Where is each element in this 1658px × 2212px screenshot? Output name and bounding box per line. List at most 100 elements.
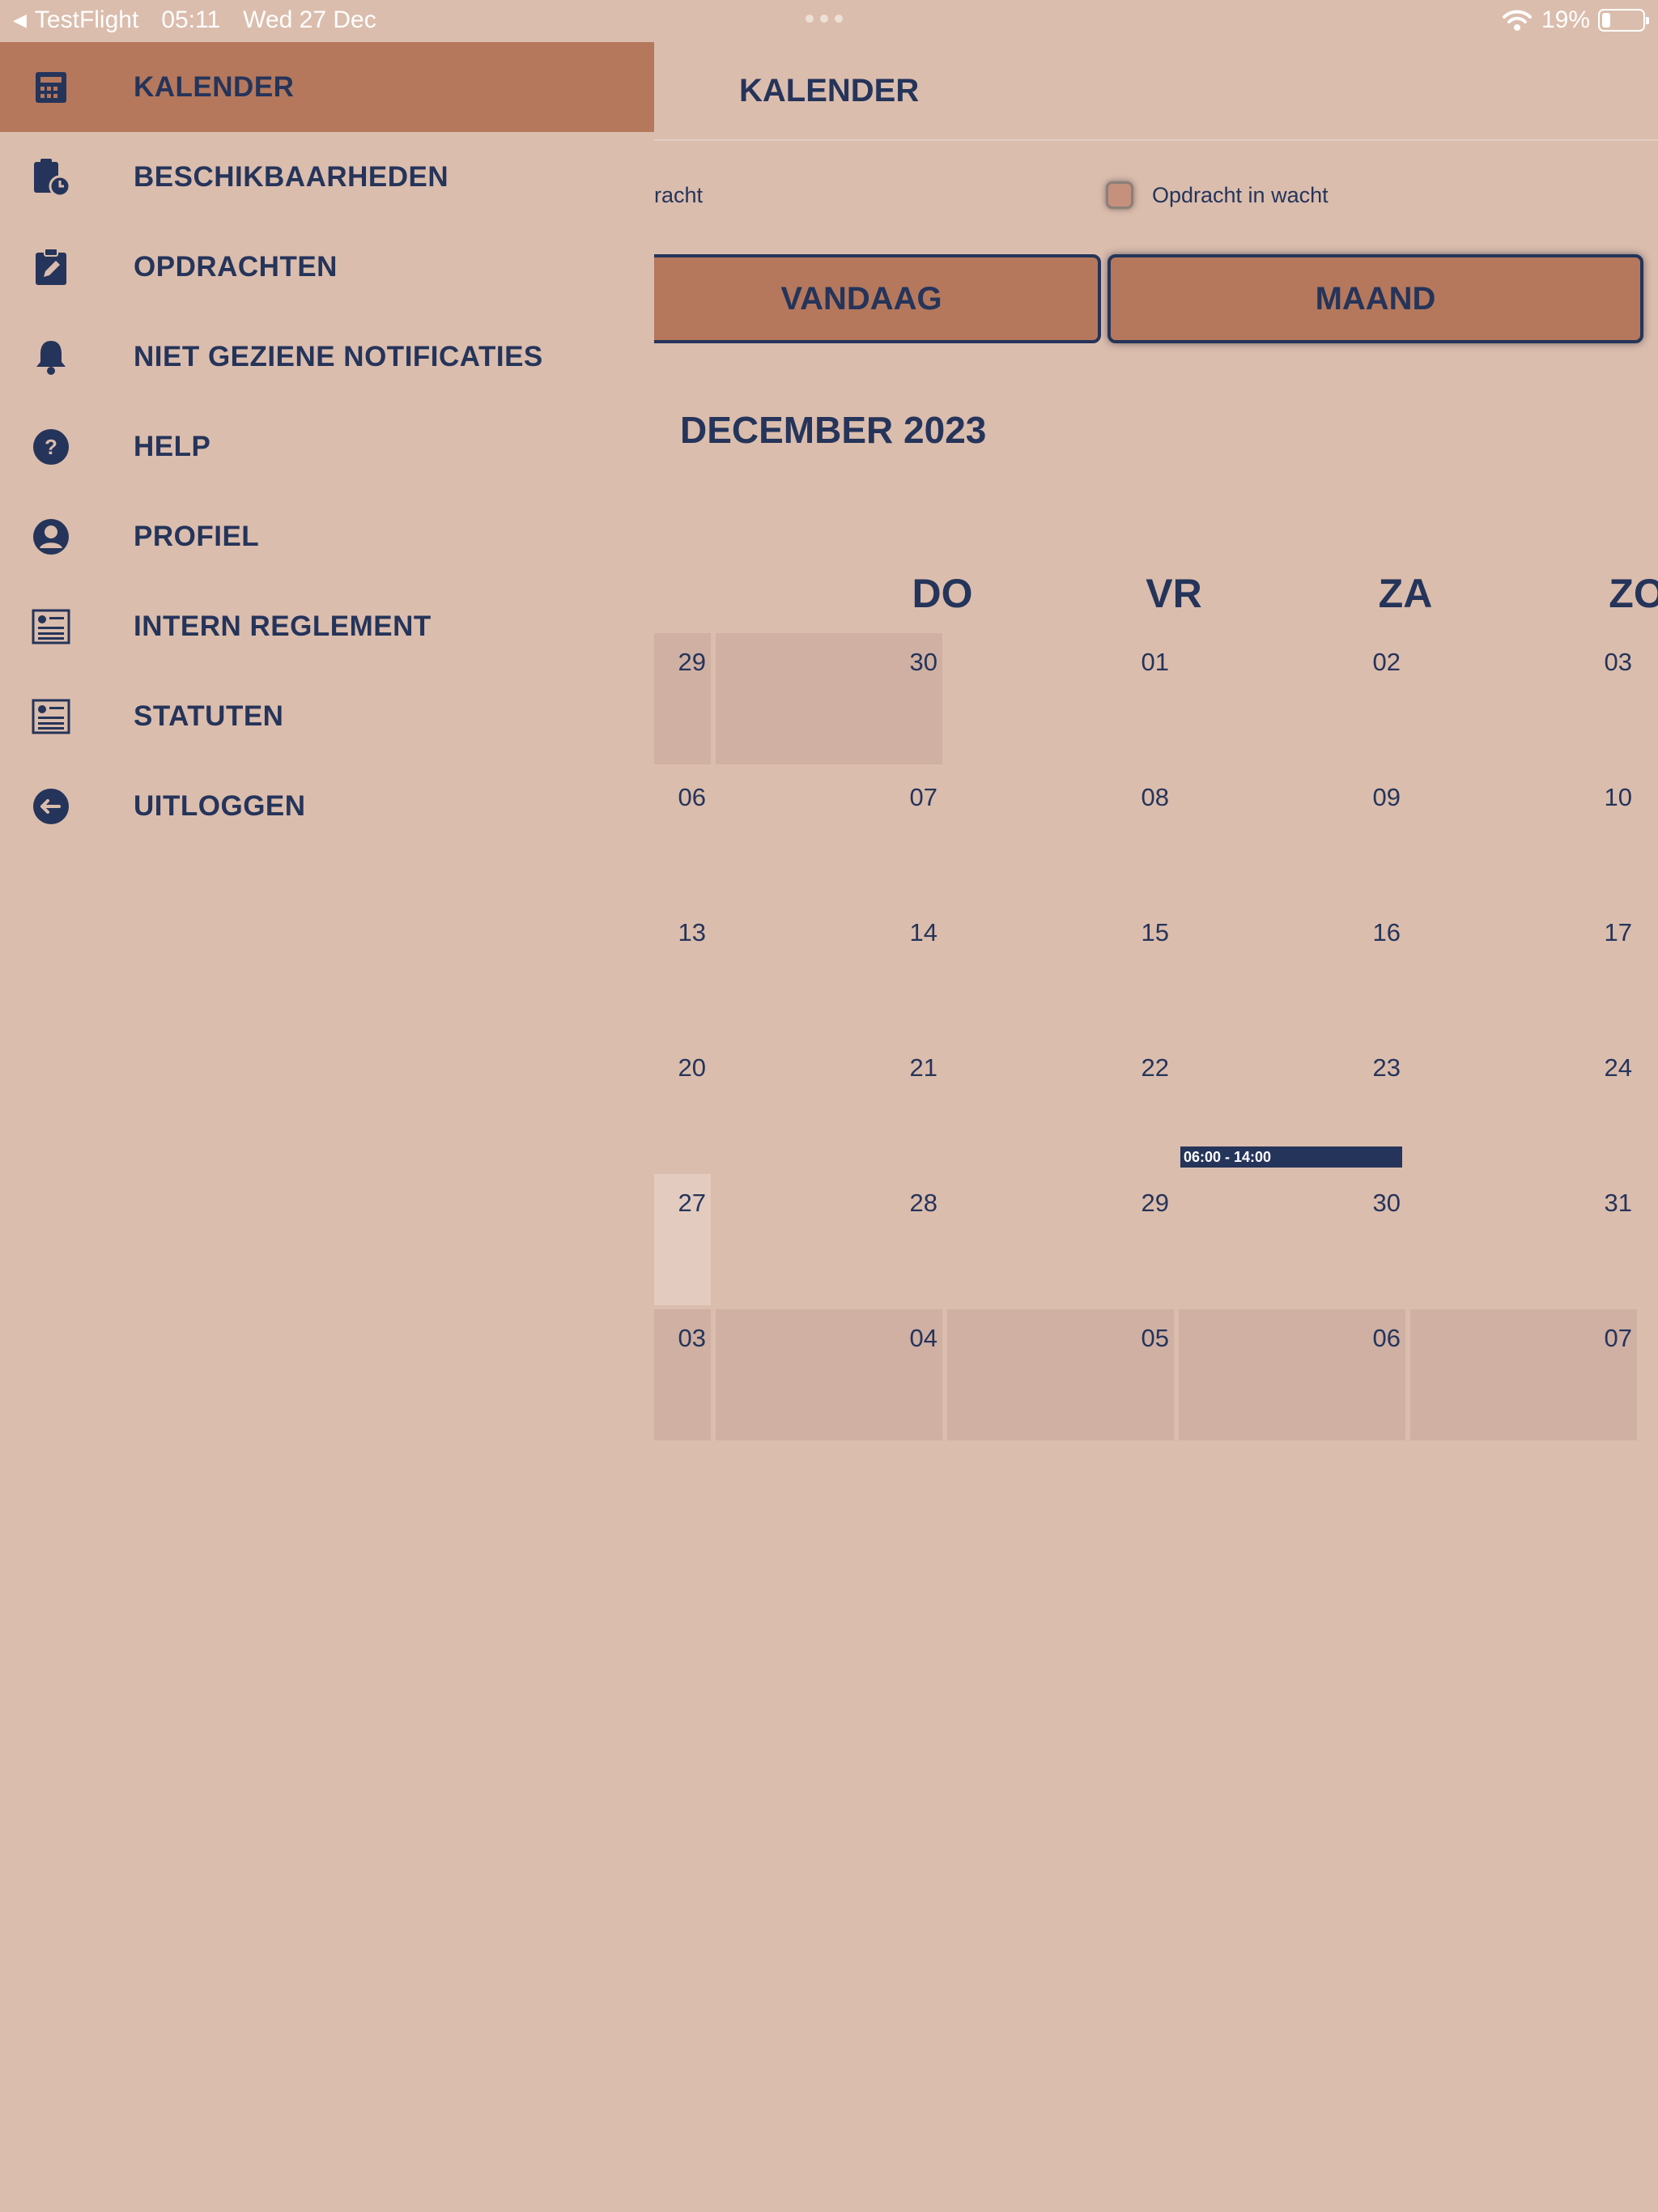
calendar-panel: KALENDER racht Opdracht in wacht VANDAAG… xyxy=(654,42,1658,2212)
weekday-header: ZA xyxy=(1378,571,1433,616)
calendar-day-cell[interactable]: 05 xyxy=(947,1309,1174,1440)
day-number: 30 xyxy=(909,648,937,676)
calendar-event[interactable]: 06:00 - 14:00 xyxy=(1180,1146,1402,1168)
day-number: 10 xyxy=(1604,783,1632,811)
weekday-header: ZO xyxy=(1609,571,1658,616)
day-number: 06 xyxy=(678,783,706,811)
sidebar-item-label: OPDRACHTEN xyxy=(134,250,338,283)
sidebar-item-profiel[interactable]: PROFIEL xyxy=(0,491,654,581)
calendar-day-cell[interactable]: 22 xyxy=(947,1039,1174,1170)
day-number: 28 xyxy=(909,1189,937,1217)
sidebar-item-help[interactable]: ? HELP xyxy=(0,402,654,491)
day-number: 24 xyxy=(1604,1053,1632,1082)
calendar-day-cell[interactable]: 04 xyxy=(716,1309,942,1440)
calendar-day-cell[interactable]: 14 xyxy=(716,904,942,1035)
legend-label-cut: racht xyxy=(654,183,704,207)
calendar-day-cell[interactable]: 28 xyxy=(716,1174,942,1305)
question-circle-icon: ? xyxy=(31,427,71,467)
legend-label: Opdracht in wacht xyxy=(1152,183,1329,207)
back-app-label[interactable]: TestFlight xyxy=(35,6,138,34)
calendar-icon xyxy=(31,67,71,108)
calendar-day-cell[interactable]: 06 xyxy=(1179,1309,1405,1440)
sidebar-item-label: NIET GEZIENE NOTIFICATIES xyxy=(134,340,543,372)
battery-icon xyxy=(1598,9,1649,32)
wifi-icon xyxy=(1502,10,1532,31)
calendar-day-cell[interactable]: 29 xyxy=(654,633,711,764)
opdracht-in-wacht-checkbox[interactable] xyxy=(1106,181,1133,209)
day-number: 23 xyxy=(1372,1053,1401,1082)
sidebar-item-label: STATUTEN xyxy=(134,700,284,732)
status-time: 05:11 xyxy=(161,6,221,33)
calendar-day-cell[interactable]: 10 xyxy=(1410,768,1637,900)
day-number: 14 xyxy=(909,918,937,946)
sidebar-item-label: UITLOGGEN xyxy=(134,789,306,822)
calendar-day-cell[interactable]: 29 xyxy=(947,1174,1174,1305)
sidebar-item-intern-reglement[interactable]: INTERN REGLEMENT xyxy=(0,581,654,671)
multitasking-dots-icon[interactable] xyxy=(806,15,843,23)
calendar-day-cell[interactable]: 09 xyxy=(1179,768,1405,900)
sidebar-item-label: KALENDER xyxy=(134,70,295,103)
sidebar-item-label: PROFIEL xyxy=(134,520,260,552)
sidebar-menu: KALENDER BESCHIKBAARHEDEN OPDRACHTEN NIE… xyxy=(0,42,654,2212)
calendar-day-cell[interactable]: 16 xyxy=(1179,904,1405,1035)
sidebar-item-opdrachten[interactable]: OPDRACHTEN xyxy=(0,222,654,312)
today-button[interactable]: VANDAAG xyxy=(654,254,1101,343)
day-number: 13 xyxy=(678,918,706,946)
calendar-day-cell[interactable]: 24 xyxy=(1410,1039,1637,1170)
calendar-day-cell[interactable]: 01 xyxy=(947,633,1174,764)
day-number: 17 xyxy=(1604,918,1632,946)
calendar-day-cell[interactable]: 06 xyxy=(654,768,711,900)
day-number: 15 xyxy=(1141,918,1169,946)
calendar-day-cell[interactable]: 27 xyxy=(654,1174,711,1305)
calendar-day-cell[interactable]: 15 xyxy=(947,904,1174,1035)
calendar-day-cell[interactable]: 07 xyxy=(1410,1309,1637,1440)
sidebar-item-label: INTERN REGLEMENT xyxy=(134,610,432,642)
sidebar-item-kalender[interactable]: KALENDER xyxy=(0,42,654,132)
calendar-day-cell[interactable]: 07 xyxy=(716,768,942,900)
logout-arrow-icon xyxy=(31,786,71,827)
calendar-day-cell[interactable]: 03 xyxy=(654,1309,711,1440)
document-list-icon xyxy=(31,606,71,647)
month-title: DECEMBER 2023 xyxy=(680,409,987,451)
status-date: Wed 27 Dec xyxy=(243,6,376,33)
day-number: 06 xyxy=(1372,1324,1401,1352)
sidebar-item-beschikbaarheden[interactable]: BESCHIKBAARHEDEN xyxy=(0,132,654,222)
day-number: 29 xyxy=(1141,1189,1169,1217)
sidebar-item-label: BESCHIKBAARHEDEN xyxy=(134,160,449,193)
calendar-day-cell[interactable]: 20 xyxy=(654,1039,711,1170)
weekday-header: DO xyxy=(912,571,973,616)
calendar-day-cell[interactable]: 02 xyxy=(1179,633,1405,764)
bell-icon xyxy=(31,337,71,377)
month-view-button[interactable]: MAAND xyxy=(1107,254,1643,343)
day-number: 29 xyxy=(678,648,706,676)
day-number: 03 xyxy=(1604,648,1632,676)
day-number: 27 xyxy=(678,1189,706,1217)
sidebar-item-label: HELP xyxy=(134,430,211,462)
calendar-day-cell[interactable]: 30 xyxy=(716,633,942,764)
calendar-day-cell[interactable]: 30 xyxy=(1179,1174,1405,1305)
calendar-day-cell[interactable]: 31 xyxy=(1410,1174,1637,1305)
day-number: 22 xyxy=(1141,1053,1169,1082)
day-number: 21 xyxy=(909,1053,937,1082)
calendar-day-cell[interactable]: 17 xyxy=(1410,904,1637,1035)
page-title: KALENDER xyxy=(739,73,920,108)
battery-percent: 19% xyxy=(1541,6,1590,33)
status-left: ◀ TestFlight 05:11 Wed 27 Dec xyxy=(13,6,376,34)
day-number: 08 xyxy=(1141,783,1169,811)
day-number: 05 xyxy=(1141,1324,1169,1352)
day-number: 07 xyxy=(909,783,937,811)
day-number: 02 xyxy=(1372,648,1401,676)
day-number: 07 xyxy=(1604,1324,1632,1352)
calendar-day-cell[interactable]: 03 xyxy=(1410,633,1637,764)
day-number: 30 xyxy=(1372,1189,1401,1217)
calendar-day-cell[interactable]: 08 xyxy=(947,768,1174,900)
clipboard-pen-icon xyxy=(31,247,71,287)
calendar-day-cell[interactable]: 13 xyxy=(654,904,711,1035)
sidebar-item-notificaties[interactable]: NIET GEZIENE NOTIFICATIES xyxy=(0,312,654,402)
sidebar-item-uitloggen[interactable]: UITLOGGEN xyxy=(0,761,654,851)
calendar-day-cell[interactable]: 21 xyxy=(716,1039,942,1170)
svg-text:?: ? xyxy=(45,435,57,459)
back-triangle-icon[interactable]: ◀ xyxy=(13,10,27,31)
sidebar-item-statuten[interactable]: STATUTEN xyxy=(0,671,654,761)
user-circle-icon xyxy=(31,517,71,557)
